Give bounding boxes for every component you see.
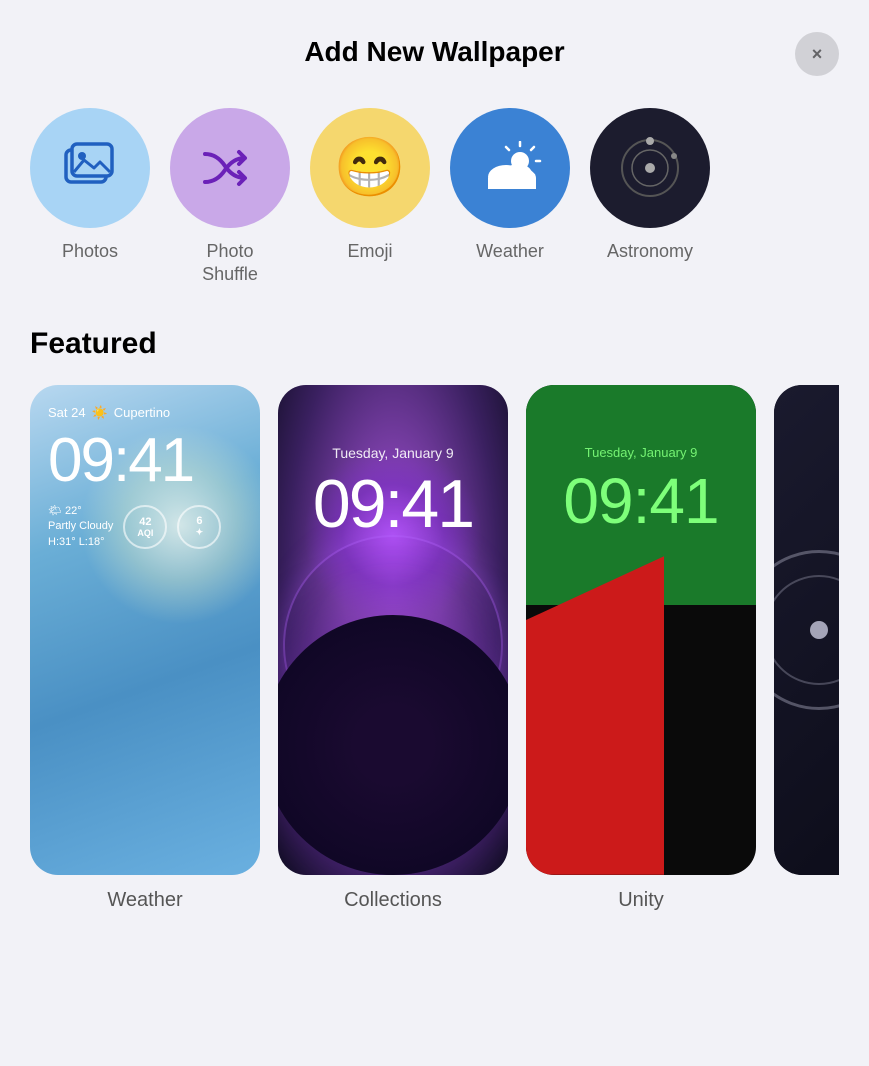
collections-date: Tuesday, January 9	[278, 445, 508, 461]
aqi-label: AQI	[137, 528, 153, 538]
close-button[interactable]: ×	[795, 32, 839, 76]
unity-wallpaper-label: Unity	[618, 889, 664, 912]
weather-clock: 09:41	[48, 425, 242, 496]
emoji-label: Emoji	[347, 240, 392, 263]
featured-grid: Sat 24 ☀️ Cupertino 09:41 🌤 22° Partly C…	[30, 385, 839, 912]
astronomy-icon	[614, 132, 686, 204]
featured-title: Featured	[30, 327, 839, 361]
weather-stars-badge: 6 ✦	[177, 505, 221, 549]
weather-type-label: Weather	[476, 240, 544, 263]
weather-icon	[476, 141, 544, 196]
weather-location: Cupertino	[114, 405, 170, 420]
wallpaper-type-photos[interactable]: Photos	[30, 108, 150, 287]
emoji-circle: 😁	[310, 108, 430, 228]
featured-item-collections[interactable]: Tuesday, January 9 09:41 Collections	[278, 385, 508, 912]
photos-label: Photos	[62, 240, 118, 263]
wallpaper-type-weather[interactable]: Weather	[450, 108, 570, 287]
stars-icon: ✦	[196, 527, 204, 538]
aqi-value: 42	[139, 516, 151, 528]
weather-sun-icon: ☀️	[92, 405, 108, 421]
weather-wp-top: Sat 24 ☀️ Cupertino	[48, 405, 242, 421]
astronomy-label: Astronomy	[607, 240, 693, 263]
astro-ring-inner	[774, 575, 839, 685]
weather-condition: Partly Cloudy	[48, 519, 113, 534]
collections-wallpaper-label: Collections	[344, 889, 442, 912]
weather-info: 🌤 22° Partly Cloudy H:31° L:18°	[48, 504, 113, 550]
collections-clock: 09:41	[278, 465, 508, 543]
weather-hilo: H:31° L:18°	[48, 535, 113, 550]
weather-wp-bottom: 🌤 22° Partly Cloudy H:31° L:18° 42 AQI 6…	[48, 504, 242, 550]
weather-aqi-badge: 42 AQI	[123, 505, 167, 549]
weather-circle	[450, 108, 570, 228]
weather-date: Sat 24	[48, 405, 86, 420]
modal: Add New Wallpaper × Photos	[0, 0, 869, 1066]
wallpaper-type-shuffle[interactable]: PhotoShuffle	[170, 108, 290, 287]
photos-circle	[30, 108, 150, 228]
weather-wallpaper-label: Weather	[107, 889, 182, 912]
photos-icon	[60, 138, 120, 198]
wallpaper-type-astronomy[interactable]: Astronomy	[590, 108, 710, 287]
wallpaper-type-emoji[interactable]: 😁 Emoji	[310, 108, 430, 287]
unity-clock: 09:41	[526, 464, 756, 538]
featured-item-weather[interactable]: Sat 24 ☀️ Cupertino 09:41 🌤 22° Partly C…	[30, 385, 260, 912]
collections-wallpaper-preview[interactable]: Tuesday, January 9 09:41	[278, 385, 508, 875]
astro-center-dot	[810, 621, 828, 639]
shuffle-circle	[170, 108, 290, 228]
shuffle-label: PhotoShuffle	[202, 240, 258, 287]
featured-section: Featured Sat 24 ☀️ Cupertino 09:41	[0, 307, 869, 912]
stars-value: 6	[196, 515, 202, 527]
collections-orb	[278, 615, 508, 875]
shuffle-icon	[201, 146, 259, 190]
collections-time: Tuesday, January 9 09:41	[278, 445, 508, 543]
unity-time: Tuesday, January 9 09:41	[526, 445, 756, 538]
unity-wallpaper-preview[interactable]: Tuesday, January 9 09:41	[526, 385, 756, 875]
weather-wallpaper-content: Sat 24 ☀️ Cupertino 09:41 🌤 22° Partly C…	[30, 385, 260, 875]
header: Add New Wallpaper ×	[0, 0, 869, 88]
astronomy-circle	[590, 108, 710, 228]
weather-wallpaper-preview[interactable]: Sat 24 ☀️ Cupertino 09:41 🌤 22° Partly C…	[30, 385, 260, 875]
unity-date: Tuesday, January 9	[526, 445, 756, 460]
astronomy-partial-preview[interactable]	[774, 385, 839, 875]
modal-title: Add New Wallpaper	[304, 36, 564, 68]
featured-item-partial[interactable]	[774, 385, 839, 912]
featured-item-unity[interactable]: Tuesday, January 9 09:41 Unity	[526, 385, 756, 912]
wallpaper-types-row: Photos PhotoShuffle 😁 Emoji	[0, 88, 869, 307]
weather-temp-row: 🌤 22°	[48, 504, 113, 519]
